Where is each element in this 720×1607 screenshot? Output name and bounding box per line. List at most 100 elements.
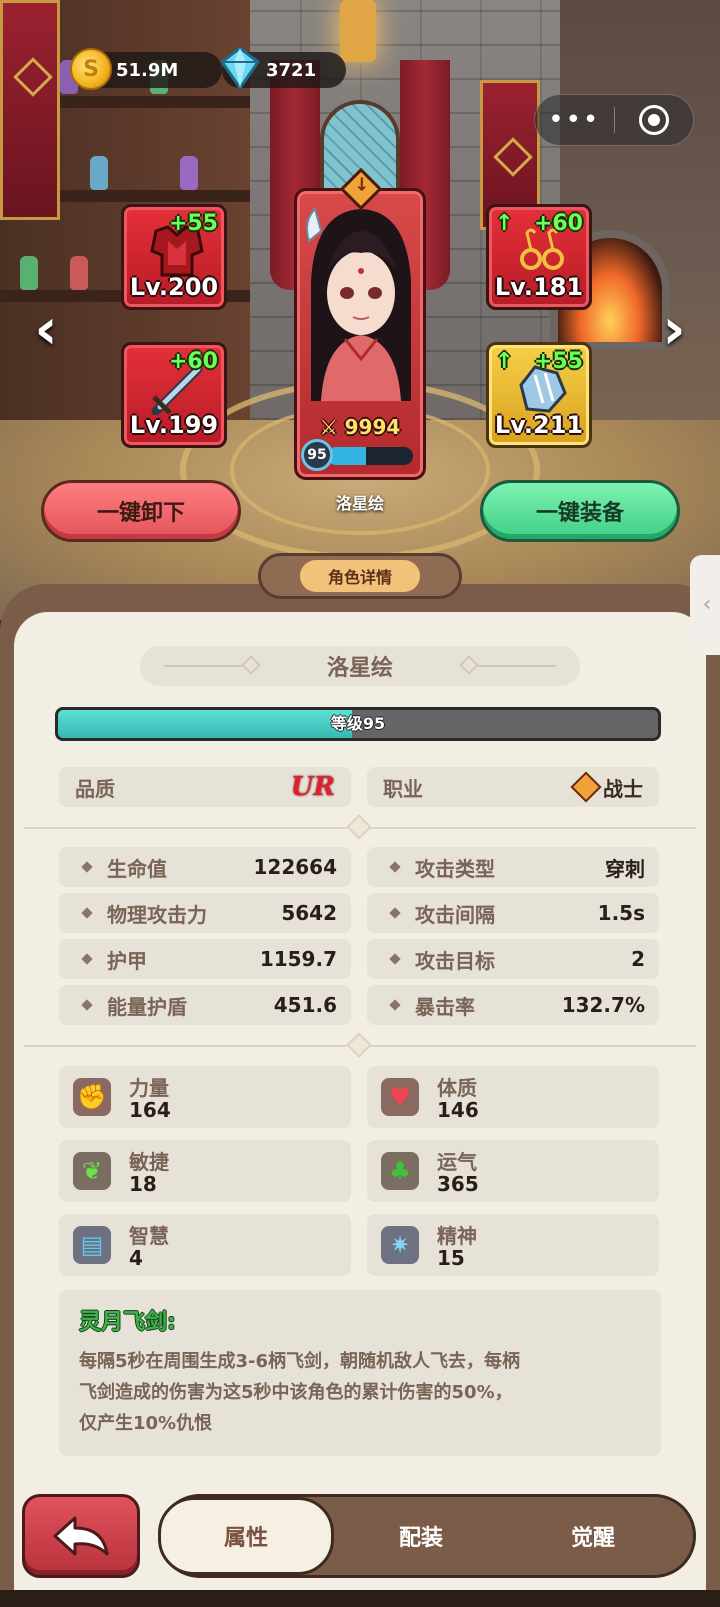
stat-label: 生命值 xyxy=(107,856,167,881)
stat-label: 攻击目标 xyxy=(415,948,495,973)
stat-row: 生命值 122664 xyxy=(59,847,351,887)
class-label: 职业 xyxy=(383,776,423,801)
skill-description-box: 灵月飞剑: 每隔5秒在周围生成3-6柄飞剑，朝随机敌人飞去，每柄 飞剑造成的伤害… xyxy=(59,1290,661,1456)
gold-amount: 51.9M xyxy=(116,59,179,81)
equip-all-button[interactable]: 一键装备 xyxy=(480,480,680,542)
stat-value: 132.7% xyxy=(561,993,645,1017)
attribute-box: ✊ 力量 164 xyxy=(59,1066,351,1128)
stat-label: 能量护盾 xyxy=(107,994,187,1019)
diamond-gem-icon xyxy=(219,46,261,90)
gem-counter[interactable]: 3721 xyxy=(219,46,346,90)
divider xyxy=(24,1032,696,1058)
stat-label: 暴击率 xyxy=(415,994,475,1019)
stat-label: 护甲 xyxy=(107,948,147,973)
equip-slot-armor[interactable]: +55 Lv.200 xyxy=(121,204,227,310)
attribute-name: 力量 xyxy=(129,1076,169,1100)
stat-row: 能量护盾 451.6 xyxy=(59,985,351,1025)
stat-label: 物理攻击力 xyxy=(107,902,207,927)
attribute-box: ▤ 智慧 4 xyxy=(59,1214,351,1276)
more-menu-icon[interactable]: ••• xyxy=(535,94,614,146)
side-drawer-handle[interactable]: ‹ xyxy=(690,555,720,655)
equip-level: Lv.181 xyxy=(494,273,584,301)
hero-exp-bar xyxy=(327,447,413,465)
unequip-all-button[interactable]: 一键卸下 xyxy=(41,480,241,542)
stat-row: 攻击类型 穿刺 xyxy=(367,847,659,887)
attribute-box: ✷ 精神 15 xyxy=(367,1214,659,1276)
tab-loadout[interactable]: 配装 xyxy=(333,1500,509,1572)
gold-counter[interactable]: S 51.9M xyxy=(70,48,222,90)
skill-line: 每隔5秒在周围生成3-6柄飞剑，朝随机敌人飞去，每柄 xyxy=(79,1351,521,1372)
enhance-plus: +55 xyxy=(168,211,218,236)
warrior-class-icon xyxy=(570,771,602,803)
skill-line: 仅产生10%仇恨 xyxy=(79,1413,213,1434)
stat-value: 5642 xyxy=(281,901,337,925)
equip-level: Lv.211 xyxy=(494,411,584,439)
level-progress-bar: 等级95 xyxy=(55,707,661,741)
quality-box: 品质 UR xyxy=(59,767,351,807)
stat-value: 穿刺 xyxy=(605,856,645,881)
next-hero-arrow-icon[interactable]: › xyxy=(654,300,694,360)
hero-portrait xyxy=(306,207,411,401)
attribute-name: 体质 xyxy=(437,1076,477,1100)
bottom-tab-bar: 属性 配装 觉醒 xyxy=(158,1494,696,1578)
stat-row: 护甲 1159.7 xyxy=(59,939,351,979)
attribute-value: 18 xyxy=(129,1172,157,1196)
banner-left xyxy=(0,0,60,220)
attribute-value: 164 xyxy=(129,1098,171,1122)
wing-icon: ❦ xyxy=(73,1152,111,1190)
hero-power-value: 9994 xyxy=(344,415,401,439)
back-button[interactable] xyxy=(22,1494,140,1578)
fist-icon: ✊ xyxy=(73,1078,111,1116)
enhance-plus: +60 xyxy=(533,211,583,236)
character-details-tab[interactable]: 角色详情 xyxy=(258,553,462,599)
skill-title: 灵月飞剑: xyxy=(79,1310,176,1335)
divider xyxy=(24,814,696,840)
tab-attributes[interactable]: 属性 xyxy=(158,1497,334,1575)
prev-hero-arrow-icon[interactable]: ‹ xyxy=(26,300,66,360)
target-circle-icon xyxy=(638,105,669,135)
hero-power: ⚔ 9994 xyxy=(319,415,401,439)
stat-label: 攻击类型 xyxy=(415,856,495,881)
tab-awaken[interactable]: 觉醒 xyxy=(505,1500,681,1572)
skill-line: 飞剑造成的伤害为这5秒中该角色的累计伤害的50%， xyxy=(79,1382,513,1403)
attribute-value: 4 xyxy=(129,1246,143,1270)
attribute-name: 智慧 xyxy=(129,1224,169,1248)
hero-card[interactable]: ⚔ 9994 95 xyxy=(294,188,426,480)
attribute-value: 15 xyxy=(437,1246,465,1270)
stat-row: 攻击间隔 1.5s xyxy=(367,893,659,933)
attribute-box: ♣ 运气 365 xyxy=(367,1140,659,1202)
attribute-name: 敏捷 xyxy=(129,1150,169,1174)
spirit-icon: ✷ xyxy=(381,1226,419,1264)
stat-value: 2 xyxy=(631,947,645,971)
attribute-value: 146 xyxy=(437,1098,479,1122)
enhance-plus: +55 xyxy=(533,349,583,374)
stat-row: 暴击率 132.7% xyxy=(367,985,659,1025)
quality-ur-badge: UR xyxy=(290,772,335,802)
book-icon: ▤ xyxy=(73,1226,111,1264)
equip-level: Lv.200 xyxy=(129,273,219,301)
stat-row: 物理攻击力 5642 xyxy=(59,893,351,933)
stat-value: 1.5s xyxy=(597,901,645,925)
equip-slot-gauntlet[interactable]: ↑ +55 Lv.211 xyxy=(486,342,592,448)
quality-label: 品质 xyxy=(75,776,115,801)
attribute-box: ❦ 敏捷 18 xyxy=(59,1140,351,1202)
hanging-lamp xyxy=(340,0,376,62)
back-arrow-icon xyxy=(53,1516,109,1556)
stat-label: 攻击间隔 xyxy=(415,902,495,927)
miniprogram-capsule: ••• xyxy=(534,94,694,146)
equip-slot-earrings[interactable]: ↑ +60 Lv.181 xyxy=(486,204,592,310)
hero-level-badge: 95 xyxy=(301,439,333,471)
equip-slot-weapon[interactable]: +60 Lv.199 xyxy=(121,342,227,448)
skill-description: 每隔5秒在周围生成3-6柄飞剑，朝随机敌人飞去，每柄 飞剑造成的伤害为这5秒中该… xyxy=(79,1346,641,1439)
class-box: 职业 战士 xyxy=(367,767,659,807)
attribute-box: ♥ 体质 146 xyxy=(367,1066,659,1128)
level-text: 等级95 xyxy=(330,714,386,733)
close-miniprogram-button[interactable] xyxy=(615,105,694,135)
heart-icon: ♥ xyxy=(381,1078,419,1116)
gem-amount: 3721 xyxy=(266,59,317,81)
bottom-edge xyxy=(0,1590,720,1607)
attribute-name: 运气 xyxy=(437,1150,477,1174)
upgrade-arrow-icon: ↑ xyxy=(495,211,514,236)
class-value: 战士 xyxy=(603,776,643,801)
upgrade-arrow-icon: ↑ xyxy=(495,349,514,374)
